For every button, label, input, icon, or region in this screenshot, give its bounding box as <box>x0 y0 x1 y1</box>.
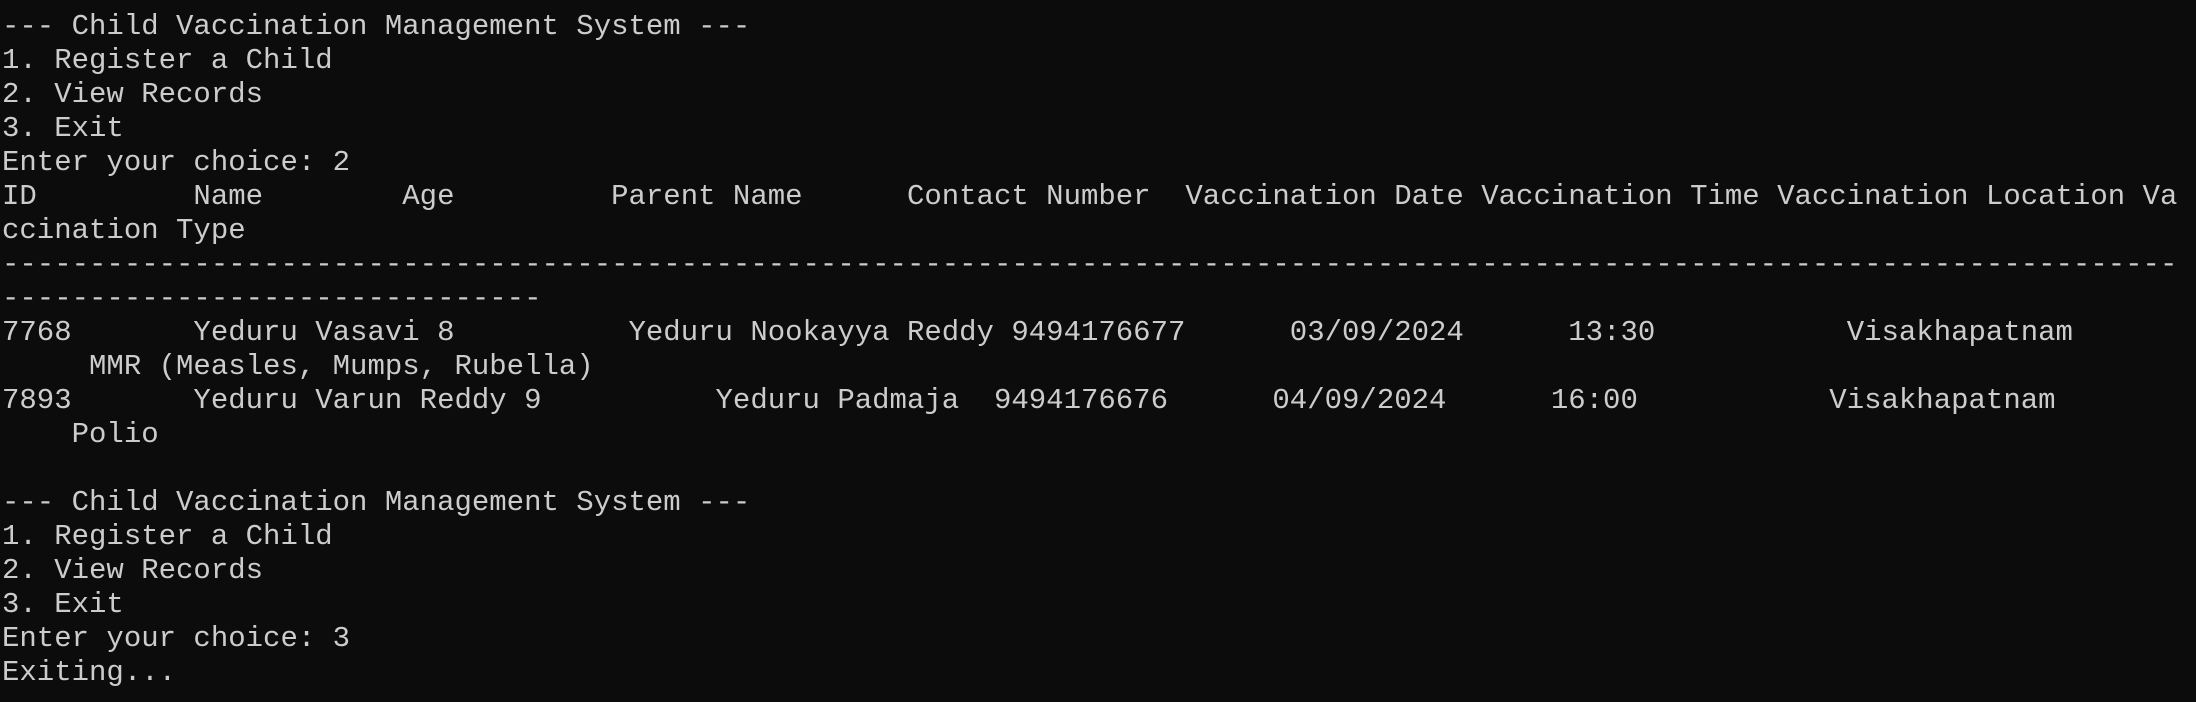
exit-message: Exiting... <box>2 656 177 689</box>
menu-option-register: 1. Register a Child <box>2 520 333 553</box>
menu-title: --- Child Vaccination Management System … <box>2 10 751 43</box>
menu-option-exit: 3. Exit <box>2 588 124 621</box>
choice-prompt: Enter your choice: 2 <box>2 146 351 179</box>
table-row-wrap: MMR (Measles, Mumps, Rubella) <box>2 350 594 383</box>
menu-option-register: 1. Register a Child <box>2 44 333 77</box>
table-separator: ----------------------------------------… <box>2 248 2178 281</box>
table-header: ID Name Age Parent Name Contact Number V… <box>2 180 2178 213</box>
menu-option-view: 2. View Records <box>2 78 264 111</box>
table-separator-wrap: ------------------------------- <box>2 282 542 315</box>
table-header-wrap: ccination Type <box>2 214 246 247</box>
menu-option-view: 2. View Records <box>2 554 264 587</box>
table-row: 7768 Yeduru Vasavi 8 Yeduru Nookayya Red… <box>2 316 2073 349</box>
menu-option-exit: 3. Exit <box>2 112 124 145</box>
table-row: 7893 Yeduru Varun Reddy 9 Yeduru Padmaja… <box>2 384 2056 417</box>
choice-prompt: Enter your choice: 3 <box>2 622 351 655</box>
table-row-wrap: Polio <box>2 418 159 451</box>
terminal-window[interactable]: --- Child Vaccination Management System … <box>0 0 2196 702</box>
menu-title: --- Child Vaccination Management System … <box>2 486 751 519</box>
